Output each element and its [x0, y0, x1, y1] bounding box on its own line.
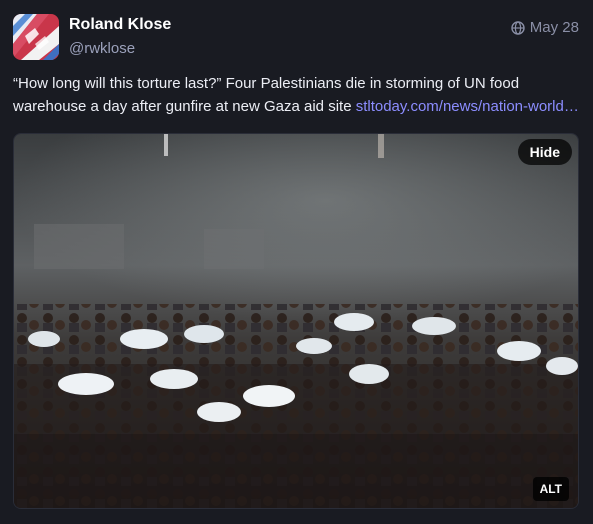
post-text-line-2-prefix: warehouse a day after gunfire at new Gaz…: [13, 98, 356, 115]
avatar-image: [13, 14, 59, 60]
post-text-line-2: warehouse a day after gunfire at new Gaz…: [13, 95, 581, 118]
post-content: “How long will this torture last?” Four …: [13, 72, 581, 118]
author-handle[interactable]: @rwklose: [69, 40, 135, 57]
media-attachment[interactable]: Hide ALT: [13, 133, 579, 509]
author-display-name[interactable]: Roland Klose: [69, 16, 171, 34]
post-date: May 28: [529, 19, 579, 36]
post-text-line-1: “How long will this torture last?” Four …: [13, 75, 520, 92]
post-status: Roland Klose @rwklose May 28 “How long w…: [0, 0, 593, 524]
post-timestamp[interactable]: May 28: [511, 19, 579, 36]
article-link[interactable]: stltoday.com/news/nation-world…: [356, 98, 579, 115]
crowd-photo: [14, 134, 578, 508]
hide-media-button[interactable]: Hide: [517, 139, 572, 165]
avatar[interactable]: [13, 14, 59, 60]
alt-text-badge[interactable]: ALT: [532, 477, 569, 501]
globe-icon: [511, 20, 525, 35]
